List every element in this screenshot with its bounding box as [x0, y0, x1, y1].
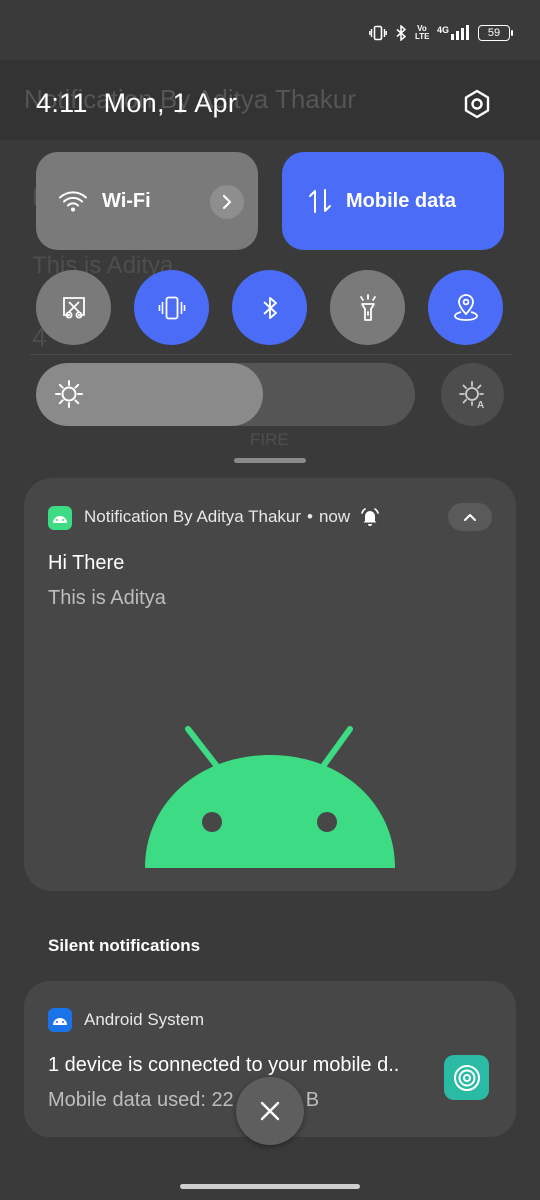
system-app-name: Android System — [84, 1010, 204, 1029]
vibrate-icon — [369, 25, 387, 41]
gesture-navigation-bar[interactable] — [180, 1184, 360, 1189]
battery-indicator: 59 — [478, 25, 513, 41]
gear-icon — [464, 89, 490, 119]
notification-title: Hi There — [48, 552, 125, 574]
screenshot-toggle[interactable] — [36, 270, 111, 345]
system-notification-text-end: B — [305, 1089, 320, 1111]
auto-brightness-icon: A — [458, 380, 484, 410]
shade-handle[interactable] — [234, 458, 306, 463]
notification-header: Notification By Aditya Thakur • now — [84, 507, 380, 527]
signal-4g-icon: 4G — [437, 25, 470, 41]
system-notification-title: 1 device is connected to your mobile d.. — [48, 1054, 400, 1076]
bluetooth-icon — [262, 296, 277, 319]
hotspot-icon — [444, 1055, 489, 1100]
alarm-bell-icon — [360, 508, 380, 526]
settings-button[interactable] — [456, 83, 498, 125]
bluetooth-toggle[interactable] — [232, 270, 307, 345]
wifi-label: Wi-Fi — [102, 189, 151, 212]
clock-date: 4:11 Mon, 1 Apr — [36, 88, 237, 119]
clock-date-text: Mon, 1 Apr — [103, 88, 238, 118]
android-system-icon — [48, 1008, 72, 1032]
vibrate-icon — [158, 296, 185, 319]
chevron-up-icon — [464, 514, 476, 521]
collapse-button[interactable] — [448, 503, 492, 531]
volte-icon: Vo LTE — [414, 24, 430, 41]
android-robot-image — [145, 726, 395, 868]
silent-notifications-header: Silent notifications — [48, 936, 201, 955]
chevron-right-icon — [222, 194, 232, 210]
mobile-data-label: Mobile data — [346, 189, 457, 212]
notification-time: now — [318, 507, 351, 526]
wifi-tile[interactable]: Wi-Fi — [36, 152, 258, 250]
mobile-data-tile[interactable]: Mobile data — [282, 152, 504, 250]
vibrate-toggle[interactable] — [134, 270, 209, 345]
location-icon — [453, 293, 478, 321]
mobile-data-icon — [309, 189, 331, 213]
status-bar: Vo LTE 4G 59 — [369, 22, 513, 44]
header-separator: • — [307, 507, 313, 526]
brightness-slider[interactable] — [36, 363, 415, 426]
notification-text: This is Aditya — [48, 587, 166, 609]
close-icon — [260, 1101, 280, 1121]
network-type: 4G — [436, 25, 449, 35]
notification-card[interactable]: Notification By Aditya Thakur • now Hi T… — [24, 478, 516, 891]
brightness-icon — [54, 379, 84, 414]
flashlight-toggle[interactable] — [330, 270, 405, 345]
wifi-icon — [59, 191, 87, 212]
location-toggle[interactable] — [428, 270, 503, 345]
screenshot-icon — [62, 296, 85, 318]
wifi-details-button[interactable] — [210, 185, 244, 219]
background-fire-button: FIRE — [250, 430, 289, 449]
clock-time: 4:11 — [36, 88, 88, 118]
system-notification-text-start: Mobile data used: 22 — [48, 1089, 234, 1111]
auto-brightness-button[interactable]: A — [441, 363, 504, 426]
flashlight-icon — [359, 293, 376, 321]
android-app-icon — [48, 506, 72, 530]
notification-app-name: Notification By Aditya Thakur — [84, 507, 302, 526]
background-divider — [30, 354, 512, 355]
bluetooth-icon — [395, 25, 407, 41]
clear-all-button[interactable] — [236, 1077, 304, 1145]
svg-text:A: A — [477, 400, 484, 410]
